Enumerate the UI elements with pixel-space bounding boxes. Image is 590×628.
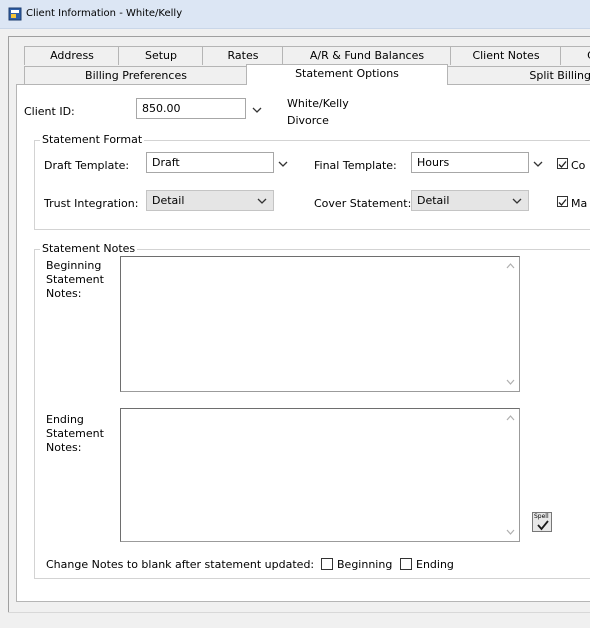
tab-label: Rates	[227, 49, 259, 62]
checkmark-icon	[558, 199, 567, 206]
vertical-scrollbar[interactable]	[502, 257, 519, 391]
beginning-notes-label-1: Beginning	[46, 259, 102, 272]
ending-blank-checkbox[interactable]	[400, 558, 412, 570]
tab-label: Split Billing	[529, 69, 590, 82]
trust-integration-label: Trust Integration:	[44, 197, 139, 210]
window-title: Client Information - White/Kelly	[26, 8, 183, 19]
change-notes-label: Change Notes to blank after statement up…	[46, 558, 315, 571]
client-information-window: Client Information - White/Kelly Address…	[0, 0, 590, 628]
chevron-down-icon[interactable]	[278, 160, 288, 168]
beginning-blank-label: Beginning	[337, 558, 393, 571]
scroll-up-icon[interactable]	[506, 263, 515, 269]
spell-check-icon	[537, 520, 549, 531]
scroll-up-icon[interactable]	[506, 415, 515, 421]
chevron-down-icon	[512, 198, 522, 204]
tab-client-notes[interactable]: Client Notes	[450, 46, 562, 65]
vertical-scrollbar[interactable]	[502, 409, 519, 541]
draft-template-value: Draft	[152, 156, 180, 169]
spell-check-button[interactable]: Spell	[532, 512, 552, 532]
cover-statement-value: Detail	[417, 194, 450, 207]
app-icon	[8, 7, 22, 21]
draft-template-label: Draft Template:	[44, 159, 130, 172]
trust-integration-value: Detail	[152, 194, 185, 207]
tab-billing-preferences[interactable]: Billing Preferences	[24, 66, 248, 85]
client-id-label: Client ID:	[24, 105, 75, 118]
checkbox-co-label: Co	[571, 159, 586, 172]
draft-template-select[interactable]: Draft	[146, 152, 274, 173]
cover-statement-label: Cover Statement:	[314, 197, 412, 210]
tab-rates[interactable]: Rates	[202, 46, 284, 65]
bottom-bar	[8, 612, 590, 627]
ending-blank-label: Ending	[416, 558, 454, 571]
ending-notes-label-2: Statement	[46, 427, 104, 440]
tab-label: Setup	[144, 49, 178, 62]
client-id-input[interactable]: 850.00	[136, 98, 246, 119]
beginning-blank-checkbox[interactable]	[321, 558, 333, 570]
tab-statement-options[interactable]: Statement Options	[246, 64, 448, 85]
beginning-notes-textarea[interactable]	[120, 256, 520, 392]
client-id-value: 850.00	[142, 102, 181, 115]
tab-label: Billing Preferences	[85, 69, 187, 82]
tab-label: Address	[50, 49, 94, 62]
tab-ar-fund-balances[interactable]: A/R & Fund Balances	[282, 46, 452, 65]
trust-integration-select[interactable]: Detail	[146, 190, 274, 211]
checkbox-ma-label: Ma	[571, 197, 588, 210]
checkbox-co[interactable]	[557, 158, 568, 169]
tab-split-billing[interactable]: Split Billing	[446, 66, 590, 84]
ending-notes-label-3: Notes:	[46, 441, 82, 454]
client-matter: Divorce	[287, 114, 329, 127]
chevron-down-icon[interactable]	[252, 106, 262, 114]
tab-more[interactable]: C	[560, 46, 590, 65]
spell-label: Spell	[534, 513, 549, 520]
beginning-notes-label-2: Statement	[46, 273, 104, 286]
beginning-notes-label-3: Notes:	[46, 287, 82, 300]
tab-setup[interactable]: Setup	[118, 46, 204, 65]
ending-notes-label-1: Ending	[46, 413, 84, 426]
final-template-value: Hours	[417, 156, 450, 169]
tab-label: A/R & Fund Balances	[309, 49, 425, 62]
checkmark-icon	[558, 161, 567, 168]
scroll-down-icon[interactable]	[506, 379, 515, 385]
chevron-down-icon[interactable]	[533, 160, 543, 168]
client-name: White/Kelly	[287, 97, 349, 110]
tab-label: Statement Options	[295, 67, 399, 80]
statement-format-title: Statement Format	[40, 133, 145, 146]
tab-label: Client Notes	[472, 49, 540, 62]
statement-notes-title: Statement Notes	[40, 242, 138, 255]
scroll-down-icon[interactable]	[506, 529, 515, 535]
checkbox-ma[interactable]	[557, 196, 568, 207]
final-template-label: Final Template:	[314, 159, 397, 172]
final-template-select[interactable]: Hours	[411, 152, 529, 173]
title-bar: Client Information - White/Kelly	[0, 0, 590, 29]
tab-address[interactable]: Address	[24, 46, 120, 65]
ending-notes-textarea[interactable]	[120, 408, 520, 542]
cover-statement-select[interactable]: Detail	[411, 190, 529, 211]
chevron-down-icon	[257, 198, 267, 204]
